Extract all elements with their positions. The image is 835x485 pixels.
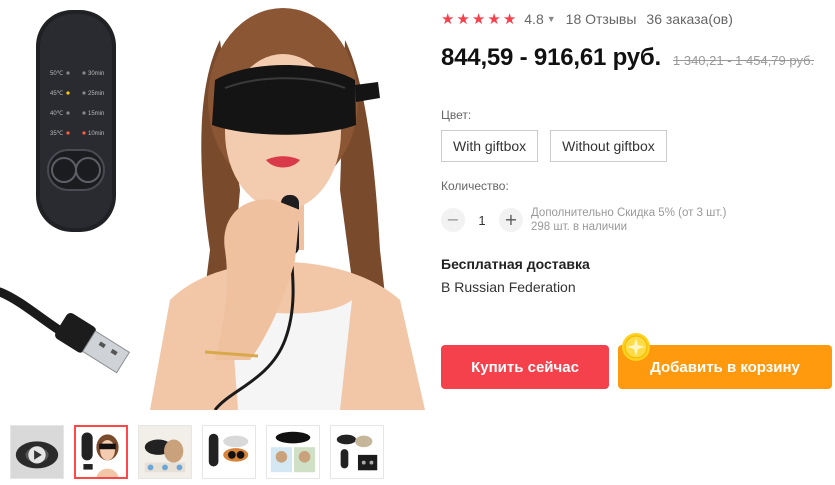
coin-icon <box>622 333 650 361</box>
thumbnail-3[interactable] <box>138 425 192 479</box>
time-label: 15min <box>88 111 104 117</box>
old-price: 1 340,21 - 1 454,79 руб. <box>673 53 815 68</box>
current-price: 844,59 - 916,61 руб. <box>441 44 661 71</box>
temp-label: 40℃ <box>50 111 64 117</box>
variant-with-giftbox-button[interactable]: With giftbox <box>441 130 539 162</box>
shipping-destination[interactable]: В Russian Federation <box>441 279 576 295</box>
temp-label: 50℃ <box>50 71 64 77</box>
variant-without-giftbox-button[interactable]: Without giftbox <box>550 130 667 162</box>
discount-note: Дополнительно Скидка 5% (от 3 шт.) <box>531 207 727 219</box>
rating-value[interactable]: 4.8 <box>524 11 543 27</box>
star-icon: ★ <box>471 10 486 28</box>
star-icon: ★ <box>487 10 501 28</box>
product-photo: 50℃ 45℃ 40℃ 35℃ 30min 25min 15min 10min <box>0 0 425 410</box>
time-label: 10min <box>88 131 104 137</box>
quantity-label: Количество: <box>441 179 509 193</box>
stock-note: 298 шт. в наличии <box>531 221 628 233</box>
thumbnail-4[interactable] <box>202 425 256 479</box>
temp-label: 35℃ <box>50 131 64 137</box>
star-rating: ★ ★ ★ ★ ★ <box>441 12 516 27</box>
quantity-value[interactable]: 1 <box>465 213 499 228</box>
time-label: 30min <box>88 71 104 77</box>
quantity-decrease-button[interactable]: − <box>441 208 465 232</box>
eye-mask <box>212 65 356 135</box>
reviews-link[interactable]: 18 Отзывы <box>566 11 637 27</box>
shipping-title: Бесплатная доставка <box>441 256 590 272</box>
thumbnail-5[interactable] <box>266 425 320 479</box>
star-icon: ★ <box>441 10 455 28</box>
buy-now-button[interactable]: Купить сейчас <box>441 345 609 389</box>
quantity-note: Дополнительно Скидка 5% (от 3 шт.) 298 ш… <box>531 206 726 234</box>
orders-count: 36 заказа(ов) <box>646 11 733 27</box>
chevron-down-icon[interactable]: ▼ <box>547 14 556 24</box>
price-row: 844,59 - 916,61 руб. 1 340,21 - 1 454,79… <box>441 44 814 72</box>
quantity-stepper: − 1 + Дополнительно Скидка 5% (от 3 шт.)… <box>441 206 726 234</box>
star-icon: ★ <box>456 10 470 28</box>
thumbnail-video[interactable] <box>10 425 64 479</box>
star-icon: ★ <box>502 10 517 28</box>
quantity-increase-button[interactable]: + <box>499 208 523 232</box>
thumbnail-selected[interactable] <box>74 425 128 479</box>
rating-row: ★ ★ ★ ★ ★ 4.8 ▼ 18 Отзывы 36 заказа(ов) <box>441 11 733 27</box>
temp-label: 45℃ <box>50 91 64 97</box>
color-variants: With giftbox Without giftbox <box>441 130 667 162</box>
time-label: 25min <box>88 91 104 97</box>
color-label: Цвет: <box>441 108 472 122</box>
main-product-image[interactable]: 50℃ 45℃ 40℃ 35℃ 30min 25min 15min 10min <box>0 0 425 410</box>
thumbnail-6[interactable] <box>330 425 384 479</box>
thumbnail-strip <box>10 425 384 479</box>
